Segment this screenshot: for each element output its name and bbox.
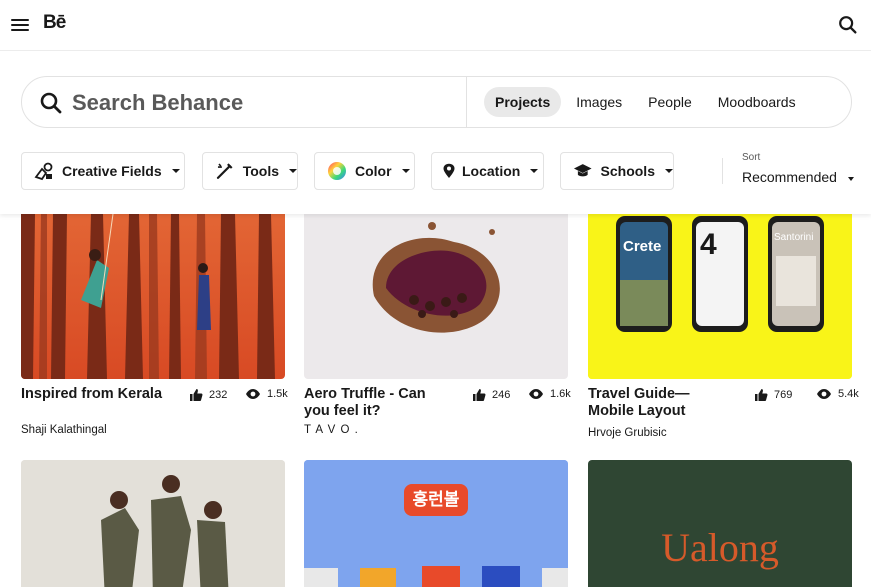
sort-label: Sort [742,152,761,163]
tools-filter[interactable]: Tools [202,152,298,190]
color-label: Color [355,163,392,179]
views-count: 1.6k [528,388,571,400]
schools-filter[interactable]: Schools [560,152,674,190]
thumbs-up-icon [473,389,486,401]
chevron-down-icon [665,169,673,173]
thumb-text-ualong: Ualong [661,525,779,570]
appreciations-count: 769 [754,388,792,402]
behance-logo[interactable]: Bē [43,12,66,34]
chevron-down-icon [401,169,410,173]
project-title[interactable]: Travel Guide— Mobile Layout [588,386,738,420]
thumbs-up-icon [190,389,203,401]
location-label: Location [462,163,521,179]
hamburger-menu-icon[interactable] [11,16,29,32]
thumb-text-santorini: Santorini [774,232,814,243]
creative-fields-filter[interactable]: Creative Fields [21,152,185,190]
tab-images[interactable]: Images [565,87,633,117]
thumb-text-korean: 홍런볼 [404,484,468,516]
likes-value: 232 [209,389,228,401]
search-icon [40,92,62,114]
creative-fields-icon [34,162,53,181]
location-filter[interactable]: Location [431,152,544,190]
creative-fields-label: Creative Fields [62,163,162,179]
eye-icon [246,389,260,399]
tab-projects[interactable]: Projects [484,87,562,117]
appreciations-count: 246 [472,388,510,402]
project-title[interactable]: Aero Truffle - Can you feel it? [304,386,454,420]
schools-label: Schools [600,163,655,179]
chevron-down-icon [530,169,539,173]
project-owner[interactable]: Shaji Kalathingal [21,424,107,436]
project-thumbnail[interactable]: Ualong [588,460,852,587]
location-pin-icon [443,163,455,178]
appreciations-count: 232 [189,388,227,402]
project-owner[interactable]: T A V O . [304,424,359,436]
likes-value: 246 [492,389,511,401]
thumb-text-four: 4 [700,228,717,261]
search-header: Projects Images People Moodboards Creati… [0,51,871,214]
color-filter[interactable]: Color [314,152,415,190]
search-type-tabs: Projects Images People Moodboards [484,87,807,117]
thumbs-up-icon [755,389,768,401]
sort-dropdown[interactable]: Sort Recommended [742,152,854,190]
chevron-down-icon [171,169,180,173]
search-divider [466,77,467,127]
views-value: 1.6k [550,388,571,400]
top-navigation-bar: Bē [0,0,871,51]
filter-bar: Creative Fields Tools Color Location Sch… [21,152,854,190]
views-value: 1.5k [267,388,288,400]
project-title[interactable]: Inspired from Kerala [21,386,171,403]
eye-icon [817,389,831,399]
tab-people[interactable]: People [637,87,703,117]
chevron-down-icon [848,177,854,181]
project-thumbnail[interactable] [21,460,285,587]
views-count: 5.4k [816,388,859,400]
project-owner[interactable]: Hrvoje Grubisic [588,427,667,439]
views-count: 1.5k [245,388,288,400]
tools-icon [216,163,233,179]
search-input[interactable] [72,86,452,120]
chevron-down-icon [289,169,297,173]
project-thumbnail[interactable]: 홍런볼 [304,460,568,587]
sort-divider [722,158,723,184]
thumb-text-crete: Crete [623,238,662,255]
graduation-cap-icon [573,164,592,177]
tools-label: Tools [242,163,279,179]
sort-value: Recommended [742,169,837,185]
search-box: Projects Images People Moodboards [21,76,852,128]
tab-moodboards[interactable]: Moodboards [707,87,807,117]
likes-value: 769 [774,389,793,401]
search-icon[interactable] [837,14,859,36]
views-value: 5.4k [838,388,859,400]
eye-icon [529,389,543,399]
color-wheel-icon [328,162,346,180]
